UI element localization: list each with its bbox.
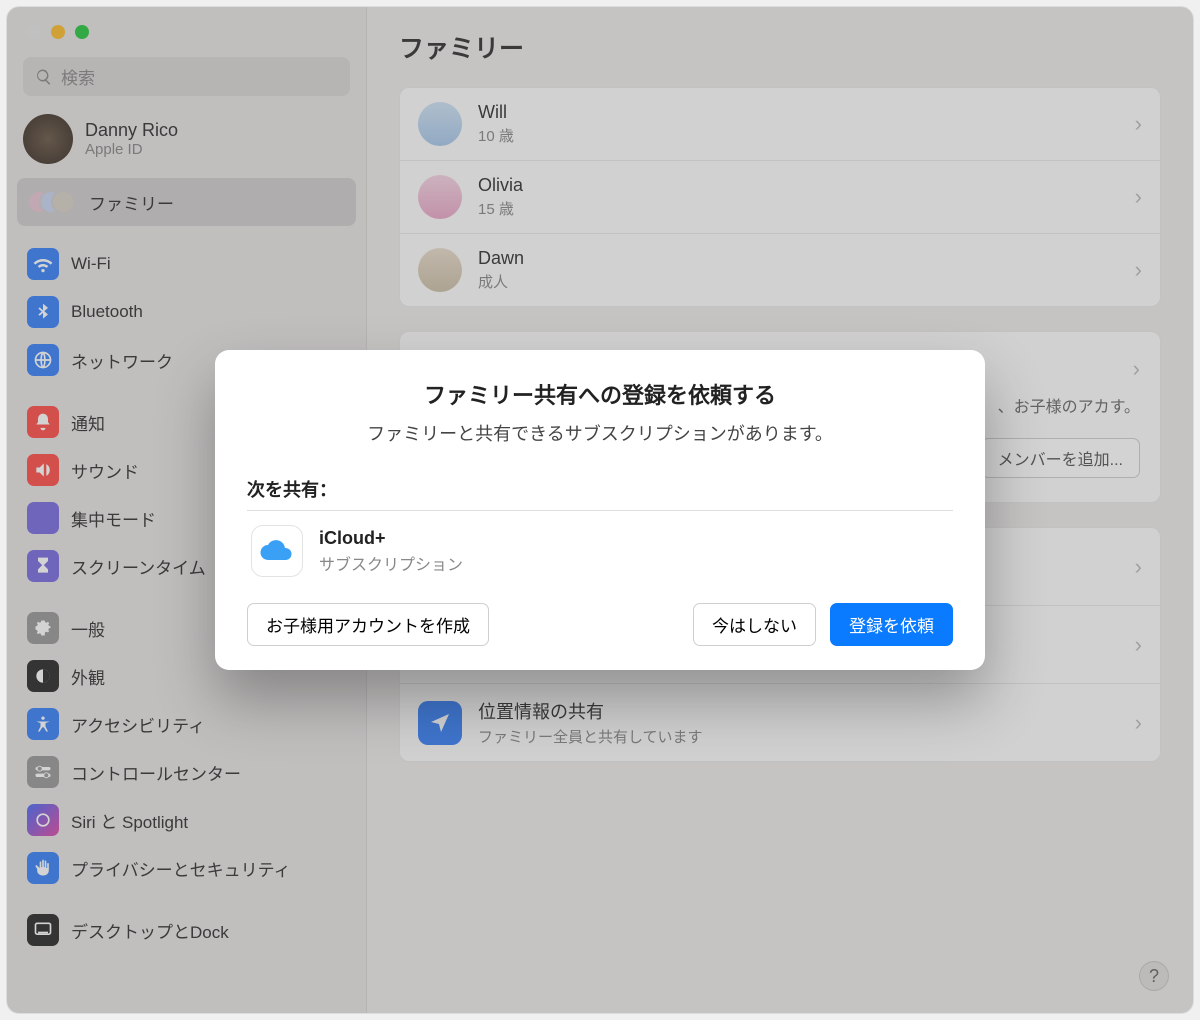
create-child-account-button[interactable]: お子様用アカウントを作成 — [247, 603, 489, 646]
not-now-button[interactable]: 今はしない — [693, 603, 816, 646]
share-item-name: iCloud+ — [319, 528, 463, 549]
modal-subtitle: ファミリーと共有できるサブスクリプションがあります。 — [247, 420, 953, 446]
modal-share-item: iCloud+ サブスクリプション — [247, 511, 953, 595]
request-button[interactable]: 登録を依頼 — [830, 603, 953, 646]
modal-overlay: ファミリー共有への登録を依頼する ファミリーと共有できるサブスクリプションがあり… — [7, 7, 1193, 1013]
icloud-icon — [251, 525, 303, 577]
modal-section-label: 次を共有： — [247, 476, 953, 502]
share-item-sub: サブスクリプション — [319, 551, 463, 575]
modal-title: ファミリー共有への登録を依頼する — [247, 378, 953, 410]
settings-window: 検索 Danny Rico Apple ID ファミリー Wi-Fi — [7, 7, 1193, 1013]
family-share-modal: ファミリー共有への登録を依頼する ファミリーと共有できるサブスクリプションがあり… — [215, 350, 985, 670]
